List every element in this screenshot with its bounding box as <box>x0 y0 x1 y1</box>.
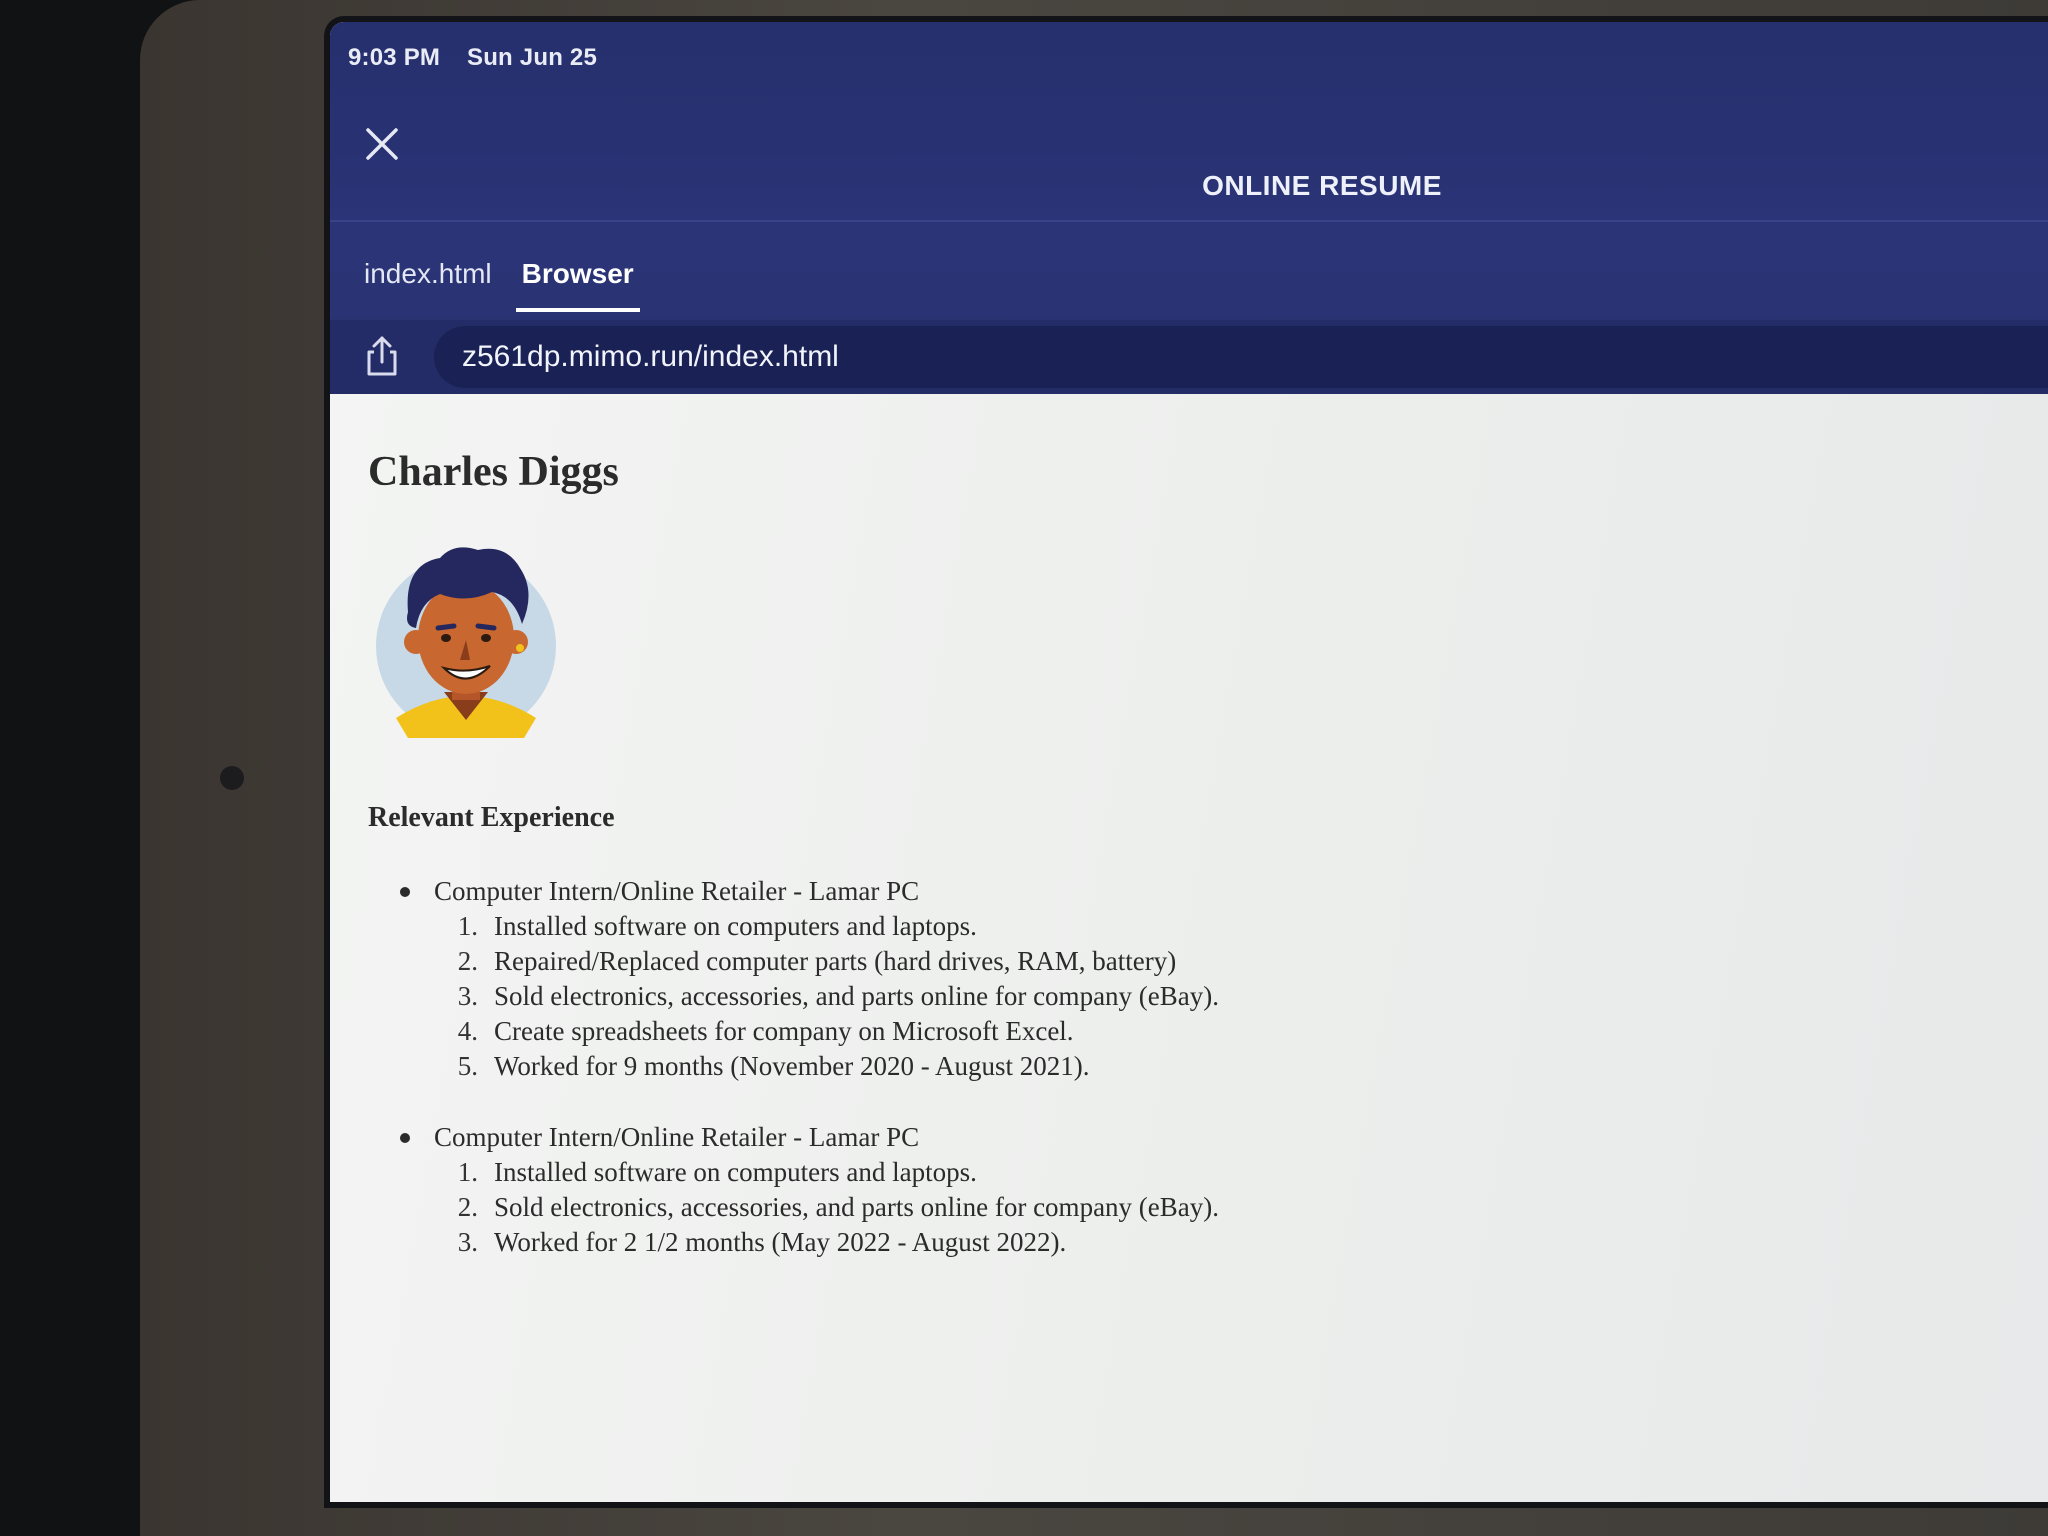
list-text: Create spreadsheets for company on Micro… <box>494 1016 1074 1046</box>
list-item: 4. Create spreadsheets for company on Mic… <box>400 1014 1219 1049</box>
status-date: Sun Jun 25 <box>466 44 598 71</box>
status-bar: 9:03 PM Sun Jun 25 <box>348 44 617 72</box>
list-text: Worked for 9 months (November 2020 - Aug… <box>494 1051 1090 1081</box>
list-number: 3. <box>457 1227 478 1257</box>
tab-bar: index.html Browser <box>364 258 640 312</box>
list-number: 1. <box>457 1157 478 1187</box>
list-item: 3. Sold electronics, accessories, and par… <box>400 979 1219 1014</box>
job-duties-list: 1. Installed software on computers and la… <box>400 909 1219 1084</box>
job-title: Computer Intern/Online Retailer - Lamar … <box>434 1122 920 1152</box>
list-text: Worked for 2 1/2 months (May 2022 - Augu… <box>494 1227 1067 1257</box>
url-field[interactable]: z561dp.mimo.run/index.html <box>434 326 2048 388</box>
section-heading: Relevant Experience <box>368 802 615 833</box>
list-item: 5. Worked for 9 months (November 2020 - A… <box>400 1049 1219 1084</box>
list-text: Installed software on computers and lapt… <box>494 1157 977 1187</box>
list-number: 1. <box>457 911 478 941</box>
avatar <box>374 542 558 738</box>
list-item: 2. Sold electronics, accessories, and par… <box>400 1190 1219 1225</box>
list-text: Repaired/Replaced computer parts (hard d… <box>494 946 1177 976</box>
list-number: 2. <box>457 1192 478 1222</box>
list-item: 1. Installed software on computers and la… <box>400 1155 1219 1190</box>
list-text: Installed software on computers and lapt… <box>494 911 977 941</box>
tab-index-html[interactable]: index.html <box>364 258 492 312</box>
share-button[interactable] <box>360 334 404 378</box>
status-time: 9:03 PM <box>348 44 441 71</box>
list-item: 1. Installed software on computers and la… <box>400 909 1219 944</box>
device-screen: 9:03 PM Sun Jun 25 ONLINE RESUME index.h… <box>330 22 2048 1502</box>
resume-name: Charles Diggs <box>368 449 619 495</box>
share-icon <box>367 336 397 376</box>
list-item: 3. Worked for 2 1/2 months (May 2022 - Au… <box>400 1225 1219 1260</box>
close-icon <box>366 128 398 160</box>
bullet-dot <box>400 886 410 897</box>
job-entry: Computer Intern/Online Retailer - Lamar … <box>400 874 1219 1084</box>
job-title: Computer Intern/Online Retailer - Lamar … <box>434 876 920 906</box>
url-bar: z561dp.mimo.run/index.html <box>330 320 2048 394</box>
list-number: 2. <box>457 946 478 976</box>
bullet-dot <box>400 1132 410 1143</box>
list-text: Sold electronics, accessories, and parts… <box>494 1192 1220 1222</box>
web-page-content: Charles Diggs Relevant Experience Comput… <box>330 394 2048 1502</box>
list-item: 2. Repaired/Replaced computer parts (hard… <box>400 944 1219 979</box>
list-text: Sold electronics, accessories, and parts… <box>494 981 1220 1011</box>
header-divider <box>330 220 2048 222</box>
app-header: 9:03 PM Sun Jun 25 ONLINE RESUME index.h… <box>330 22 2048 394</box>
job-duties-list: 1. Installed software on computers and la… <box>400 1155 1219 1260</box>
tab-browser[interactable]: Browser <box>515 258 640 312</box>
list-number: 3. <box>457 981 478 1011</box>
device-camera <box>220 766 244 790</box>
app-title: ONLINE RESUME <box>1202 170 1442 201</box>
close-button[interactable] <box>360 122 404 166</box>
list-number: 4. <box>457 1016 478 1046</box>
job-entry: Computer Intern/Online Retailer - Lamar … <box>400 1120 1219 1260</box>
list-number: 5. <box>457 1051 478 1081</box>
